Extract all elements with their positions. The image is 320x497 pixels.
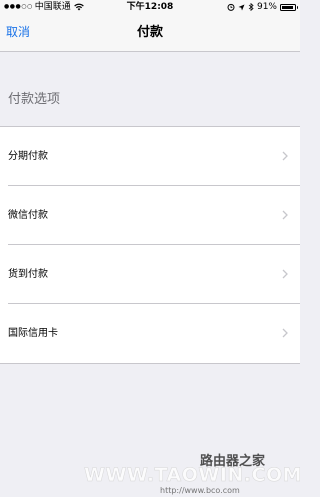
- navigation-bar: 取消 付款: [0, 14, 300, 52]
- payment-options-list: 分期付款 微信付款 货到付款 国际信用卡: [0, 126, 300, 364]
- chevron-right-icon: [282, 269, 288, 279]
- chevron-right-icon: [282, 210, 288, 220]
- battery-level-fill: [282, 5, 293, 9]
- option-installment-payment[interactable]: 分期付款: [0, 127, 300, 186]
- location-arrow-icon: [238, 4, 245, 10]
- status-bar-right: 91%: [227, 0, 298, 14]
- watermark-logo: WWW.TAOWIN.COM 路由器之家 http://www.bco.com: [84, 453, 300, 495]
- option-wechat-payment[interactable]: 微信付款: [0, 186, 300, 245]
- option-label: 微信付款: [8, 210, 48, 221]
- option-label: 国际信用卡: [8, 328, 58, 339]
- chevron-right-icon: [282, 328, 288, 338]
- chevron-right-icon: [282, 151, 288, 161]
- option-cash-on-delivery[interactable]: 货到付款: [0, 245, 300, 304]
- page-title: 付款: [136, 25, 163, 40]
- status-bar: ●●●○○ 中国联通 下午12:08 91%: [0, 0, 300, 14]
- section-header-payment-options: 付款选项: [8, 92, 61, 107]
- watermark-text-brand: 路由器之家: [200, 453, 266, 469]
- watermark-text-main: WWW.TAOWIN.COM: [84, 464, 300, 486]
- alarm-clock-icon: [227, 3, 235, 11]
- bluetooth-icon: [248, 3, 254, 11]
- battery-percentage: 91%: [256, 2, 277, 12]
- option-label: 货到付款: [8, 269, 48, 280]
- battery-icon: [280, 3, 298, 11]
- watermark-text-url: http://www.bco.com: [160, 486, 240, 495]
- option-label: 分期付款: [8, 151, 48, 162]
- option-international-credit-card[interactable]: 国际信用卡: [0, 304, 300, 363]
